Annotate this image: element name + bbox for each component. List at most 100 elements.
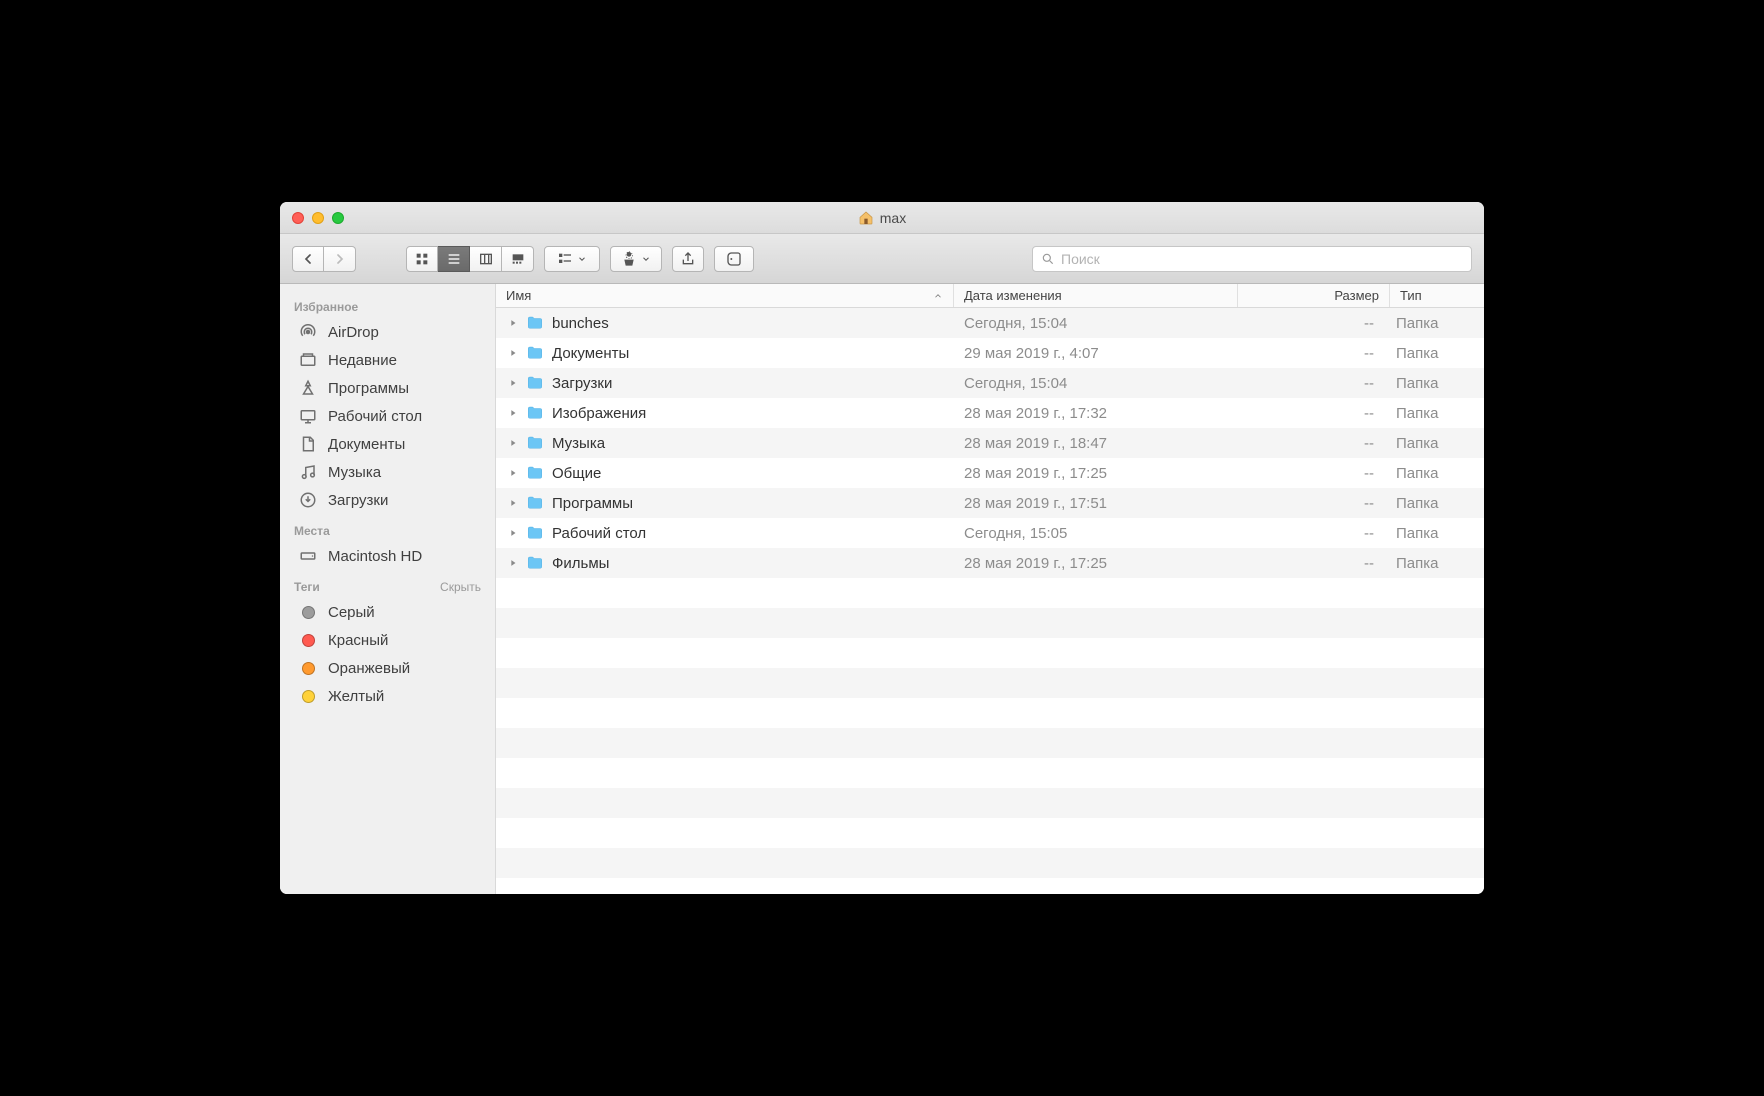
table-row[interactable]: bunches Сегодня, 15:04 -- Папка [496, 308, 1484, 338]
column-header-size[interactable]: Размер [1238, 284, 1390, 307]
icon-view-button[interactable] [406, 246, 438, 272]
disclosure-triangle-icon[interactable] [508, 348, 518, 358]
file-kind: Папка [1390, 315, 1484, 332]
disclosure-triangle-icon[interactable] [508, 468, 518, 478]
action-menu-button[interactable] [610, 246, 662, 272]
sidebar-item-applications[interactable]: Программы [280, 374, 495, 402]
sidebar-item-desktop[interactable]: Рабочий стол [280, 402, 495, 430]
folder-icon [526, 434, 544, 452]
sidebar-item-label: Загрузки [328, 492, 388, 509]
search-input[interactable] [1061, 251, 1463, 267]
table-row[interactable]: Документы 29 мая 2019 г., 4:07 -- Папка [496, 338, 1484, 368]
file-date: 28 мая 2019 г., 18:47 [954, 435, 1238, 452]
tag-color-icon [298, 602, 318, 622]
empty-row [496, 848, 1484, 878]
file-size: -- [1238, 555, 1390, 572]
finder-window: max [280, 202, 1484, 894]
table-row[interactable]: Программы 28 мая 2019 г., 17:51 -- Папка [496, 488, 1484, 518]
disclosure-triangle-icon[interactable] [508, 558, 518, 568]
folder-icon [526, 404, 544, 422]
empty-row [496, 728, 1484, 758]
file-date: Сегодня, 15:04 [954, 375, 1238, 392]
search-field[interactable] [1032, 246, 1472, 272]
table-row[interactable]: Загрузки Сегодня, 15:04 -- Папка [496, 368, 1484, 398]
file-date: Сегодня, 15:04 [954, 315, 1238, 332]
sidebar-favorites-label: Избранное [294, 300, 358, 314]
table-row[interactable]: Фильмы 28 мая 2019 г., 17:25 -- Папка [496, 548, 1484, 578]
sidebar-item-music[interactable]: Музыка [280, 458, 495, 486]
disclosure-triangle-icon[interactable] [508, 438, 518, 448]
forward-button[interactable] [324, 246, 356, 272]
sidebar-item-label: Программы [328, 380, 409, 397]
folder-icon [526, 344, 544, 362]
sidebar-tags-header: Теги Скрыть [280, 570, 495, 598]
sidebar-item-macintosh-hd[interactable]: Macintosh HD [280, 542, 495, 570]
table-row[interactable]: Изображения 28 мая 2019 г., 17:32 -- Пап… [496, 398, 1484, 428]
tag-color-icon [298, 658, 318, 678]
disclosure-triangle-icon[interactable] [508, 498, 518, 508]
sidebar-tag-item[interactable]: Оранжевый [280, 654, 495, 682]
toolbar [280, 234, 1484, 284]
nav-buttons [292, 246, 356, 272]
table-row[interactable]: Музыка 28 мая 2019 г., 18:47 -- Папка [496, 428, 1484, 458]
column-header-kind[interactable]: Тип [1390, 284, 1484, 307]
folder-icon [526, 554, 544, 572]
sidebar: Избранное AirDrop Недавние Программы Раб… [280, 284, 496, 894]
back-button[interactable] [292, 246, 324, 272]
column-header-name[interactable]: Имя [496, 284, 954, 307]
sidebar-tags-hide-button[interactable]: Скрыть [440, 580, 481, 594]
file-date: 28 мая 2019 г., 17:25 [954, 465, 1238, 482]
sidebar-item-recents[interactable]: Недавние [280, 346, 495, 374]
file-name: Музыка [552, 435, 605, 452]
group-by-button[interactable] [544, 246, 600, 272]
file-kind: Папка [1390, 525, 1484, 542]
empty-row [496, 758, 1484, 788]
file-kind: Папка [1390, 345, 1484, 362]
applications-icon [298, 378, 318, 398]
file-name: Программы [552, 495, 633, 512]
file-kind: Папка [1390, 555, 1484, 572]
disclosure-triangle-icon[interactable] [508, 378, 518, 388]
file-size: -- [1238, 375, 1390, 392]
column-header-date[interactable]: Дата изменения [954, 284, 1238, 307]
sidebar-item-documents[interactable]: Документы [280, 430, 495, 458]
disclosure-triangle-icon[interactable] [508, 408, 518, 418]
sidebar-item-airdrop[interactable]: AirDrop [280, 318, 495, 346]
gallery-view-button[interactable] [502, 246, 534, 272]
file-size: -- [1238, 315, 1390, 332]
file-kind: Папка [1390, 435, 1484, 452]
file-name: Загрузки [552, 375, 612, 392]
share-button[interactable] [672, 246, 704, 272]
tags-button[interactable] [714, 246, 754, 272]
table-row[interactable]: Общие 28 мая 2019 г., 17:25 -- Папка [496, 458, 1484, 488]
table-row[interactable]: Рабочий стол Сегодня, 15:05 -- Папка [496, 518, 1484, 548]
sidebar-item-label: Macintosh HD [328, 548, 422, 565]
list-view-button[interactable] [438, 246, 470, 272]
sidebar-tag-item[interactable]: Желтый [280, 682, 495, 710]
folder-icon [526, 524, 544, 542]
home-icon [858, 210, 874, 226]
file-size: -- [1238, 525, 1390, 542]
downloads-icon [298, 490, 318, 510]
file-name: Рабочий стол [552, 525, 646, 542]
sidebar-item-label: Документы [328, 436, 405, 453]
column-name-label: Имя [506, 288, 531, 303]
sidebar-item-downloads[interactable]: Загрузки [280, 486, 495, 514]
file-name: bunches [552, 315, 609, 332]
column-view-button[interactable] [470, 246, 502, 272]
file-date: 28 мая 2019 г., 17:32 [954, 405, 1238, 422]
sidebar-tag-item[interactable]: Красный [280, 626, 495, 654]
documents-icon [298, 434, 318, 454]
columns-header: Имя Дата изменения Размер Тип [496, 284, 1484, 308]
file-kind: Папка [1390, 375, 1484, 392]
disclosure-triangle-icon[interactable] [508, 528, 518, 538]
empty-row [496, 668, 1484, 698]
sidebar-tag-item[interactable]: Серый [280, 598, 495, 626]
search-icon [1041, 252, 1055, 266]
file-kind: Папка [1390, 405, 1484, 422]
sidebar-item-label: Музыка [328, 464, 381, 481]
file-size: -- [1238, 435, 1390, 452]
file-size: -- [1238, 345, 1390, 362]
file-size: -- [1238, 465, 1390, 482]
disclosure-triangle-icon[interactable] [508, 318, 518, 328]
